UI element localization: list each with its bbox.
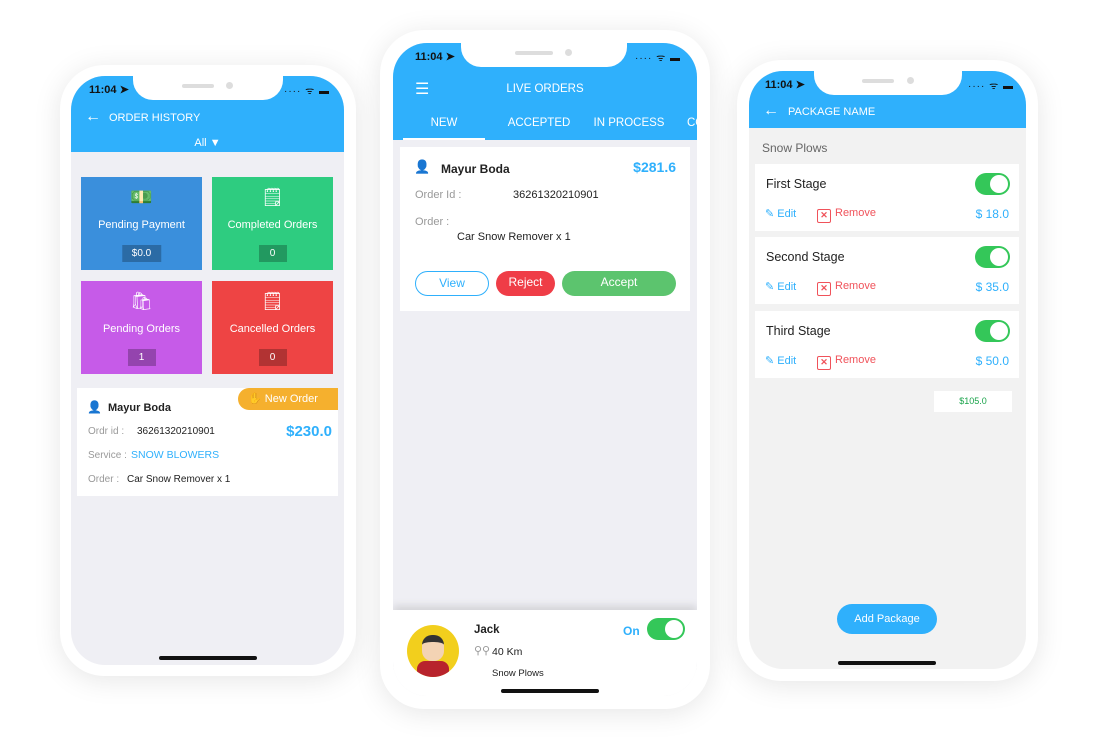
tile-cancelled-orders[interactable]: 🗒 Cancelled Orders 0 — [212, 281, 333, 374]
stage-toggle[interactable] — [975, 173, 1010, 195]
status-icons: ···· ᯤ ▬ — [634, 53, 681, 64]
back-arrow-icon[interactable]: ← — [763, 102, 779, 120]
status-icons: ···· ᯤ ▬ — [967, 81, 1014, 92]
tile-label: Pending Orders — [102, 323, 181, 335]
tile-value: 1 — [127, 349, 156, 366]
home-indicator — [159, 656, 257, 660]
tab-completed[interactable]: CO — [687, 117, 697, 129]
driver-avatar — [407, 625, 459, 677]
phone-order-history: 11:04 ➤ ···· ᯤ ▬ ← ORDER HISTORY All ▼ 💵… — [60, 65, 356, 676]
user-icon: 👤 — [414, 159, 431, 174]
order-id: 36261320210901 — [513, 189, 599, 201]
order-amount: $230.0 — [286, 423, 332, 440]
package-total: $105.0 — [934, 391, 1012, 412]
online-status: On — [623, 624, 640, 638]
edit-button[interactable]: ✎ Edit — [765, 354, 796, 367]
service-label: Service : — [88, 450, 127, 461]
view-button[interactable]: View — [415, 271, 489, 296]
user-icon: 👤 — [87, 400, 102, 414]
order-label: Order : — [415, 216, 450, 228]
customer-name: Mayur Boda — [108, 402, 171, 414]
order-id: 36261320210901 — [137, 426, 215, 437]
stage-row: First Stage ✎ Edit ✕ Remove $ 18.0 — [755, 164, 1019, 231]
pencil-icon: ✎ — [765, 355, 775, 367]
back-arrow-icon[interactable]: ← — [85, 108, 101, 126]
tile-value: $0.0 — [121, 245, 162, 262]
order-label: Order : — [88, 474, 120, 485]
stage-name: Third Stage — [766, 324, 831, 338]
stage-row: Second Stage ✎ Edit ✕ Remove $ 35.0 — [755, 237, 1019, 304]
order-items: Car Snow Remover x 1 — [127, 474, 231, 485]
money-icon: 💵 — [130, 187, 153, 207]
home-indicator — [838, 661, 936, 665]
tile-value: 0 — [258, 245, 287, 262]
driver-panel: Jack ⚲⚲ 40 Km Snow Plows On — [393, 610, 697, 696]
pencil-icon: ✎ — [765, 208, 775, 220]
status-time: 11:04 ➤ — [89, 84, 129, 96]
remove-button[interactable]: ✕ Remove — [817, 354, 876, 370]
status-time: 11:04 ➤ — [765, 79, 805, 91]
tile-label: Cancelled Orders — [229, 323, 316, 335]
stage-price: $ 50.0 — [975, 354, 1009, 368]
stage-name: First Stage — [766, 177, 827, 191]
home-indicator — [501, 689, 599, 693]
stage-row: Third Stage ✎ Edit ✕ Remove $ 50.0 — [755, 311, 1019, 378]
remove-button[interactable]: ✕ Remove — [817, 280, 876, 296]
status-time: 11:04 ➤ — [415, 51, 455, 63]
stage-toggle[interactable] — [975, 246, 1010, 268]
hand-bag-icon: 🛍 — [130, 291, 153, 311]
edit-button[interactable]: ✎ Edit — [765, 207, 796, 220]
pencil-icon: ✎ — [765, 281, 775, 293]
tab-in-process[interactable]: IN PROCESS — [591, 117, 667, 129]
filter-dropdown[interactable]: All ▼ — [71, 137, 344, 149]
accept-button[interactable]: Accept — [562, 271, 676, 296]
tile-pending-payment[interactable]: 💵 Pending Payment $0.0 — [81, 177, 202, 270]
tile-label: Completed Orders — [227, 219, 318, 231]
customer-name: Mayur Boda — [441, 162, 510, 176]
edit-button[interactable]: ✎ Edit — [765, 280, 796, 293]
order-card[interactable]: 👤 Mayur Boda $281.6 Order Id : 362613202… — [400, 147, 690, 311]
filter-value: All — [194, 137, 207, 149]
reject-button[interactable]: Reject — [496, 271, 555, 296]
stage-name: Second Stage — [766, 250, 845, 264]
tile-value: 0 — [258, 349, 287, 366]
page-title: LIVE ORDERS — [506, 83, 584, 95]
document-check-icon: 🗒 — [261, 187, 284, 207]
phone-package: 11:04 ➤ ···· ᯤ ▬ ← PACKAGE NAME Snow Plo… — [737, 60, 1038, 681]
add-package-button[interactable]: Add Package — [837, 604, 937, 634]
tile-pending-orders[interactable]: 🛍 Pending Orders 1 — [81, 281, 202, 374]
phone-live-orders: 11:04 ➤ ···· ᯤ ▬ ☰ LIVE ORDERS NEW ACCEP… — [380, 30, 710, 709]
remove-button[interactable]: ✕ Remove — [817, 207, 876, 223]
stage-price: $ 18.0 — [975, 207, 1009, 221]
distance-icon: ⚲⚲ — [474, 645, 491, 657]
page-title: PACKAGE NAME — [788, 106, 876, 118]
order-card[interactable]: ✋ New Order 👤 Mayur Boda Ordr id : 36261… — [77, 388, 338, 496]
tile-completed-orders[interactable]: 🗒 Completed Orders 0 — [212, 177, 333, 270]
stage-toggle[interactable] — [975, 320, 1010, 342]
stage-price: $ 35.0 — [975, 280, 1009, 294]
document-x-icon: 🗒 — [261, 291, 284, 311]
close-box-icon: ✕ — [817, 356, 831, 370]
driver-service: Snow Plows — [492, 668, 544, 679]
order-id-label: Order Id : — [415, 189, 462, 201]
service-value: SNOW BLOWERS — [131, 449, 220, 461]
online-toggle[interactable] — [647, 618, 685, 640]
tab-accepted[interactable]: ACCEPTED — [501, 117, 577, 129]
order-items: Car Snow Remover x 1 — [457, 231, 571, 243]
chevron-down-icon: ▼ — [209, 137, 221, 149]
new-order-badge: ✋ New Order — [238, 388, 338, 410]
page-title: ORDER HISTORY — [109, 112, 201, 124]
tab-new[interactable]: NEW — [403, 117, 485, 140]
order-amount: $281.6 — [633, 159, 676, 175]
driver-name: Jack — [474, 624, 500, 636]
status-icons: ···· ᯤ ▬ — [283, 86, 330, 97]
driver-distance: 40 Km — [492, 646, 523, 658]
close-box-icon: ✕ — [817, 209, 831, 223]
order-id-label: Ordr id : — [88, 426, 125, 437]
section-title: Snow Plows — [762, 141, 828, 155]
tile-label: Pending Payment — [98, 219, 185, 231]
close-box-icon: ✕ — [817, 282, 831, 296]
